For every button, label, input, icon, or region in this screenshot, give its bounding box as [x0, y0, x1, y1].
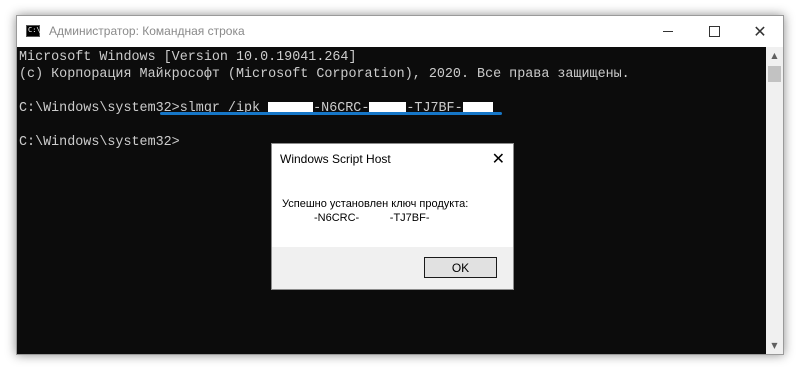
dialog-message-text: Успешно установлен ключ продукта: — [282, 198, 469, 210]
title-bar[interactable]: C:\ Администратор: Командная строка ✕ — [17, 16, 783, 47]
minimize-button[interactable] — [645, 16, 691, 47]
minimize-icon — [663, 31, 673, 32]
console-line-empty — [19, 83, 766, 100]
console-line: Microsoft Windows [Version 10.0.19041.26… — [19, 50, 357, 65]
maximize-icon — [708, 26, 720, 37]
scroll-thumb[interactable] — [768, 66, 781, 82]
dialog-key-text: -N6CRC- -TJ7BF- — [314, 212, 430, 224]
window-title: Администратор: Командная строка — [49, 24, 245, 38]
scroll-up-icon[interactable]: ▲ — [766, 47, 783, 64]
scroll-down-icon[interactable]: ▼ — [766, 337, 783, 354]
cmd-icon: C:\ — [26, 25, 41, 37]
command-underline-highlight — [160, 112, 502, 115]
dialog-close-icon[interactable]: ✕ — [492, 149, 505, 168]
maximize-button[interactable] — [691, 16, 737, 47]
console-line: (с) Корпорация Майкрософт (Microsoft Cor… — [19, 67, 630, 82]
close-icon: ✕ — [753, 21, 767, 41]
close-button[interactable]: ✕ — [737, 16, 783, 47]
dialog-title: Windows Script Host — [280, 152, 391, 166]
console-line-empty — [19, 117, 766, 134]
dialog-message: Успешно установлен ключ продукта: -N6CRC… — [282, 197, 468, 225]
vertical-scrollbar[interactable]: ▲ ▼ — [766, 47, 783, 354]
dialog-footer: OK — [272, 247, 513, 289]
ok-button[interactable]: OK — [424, 257, 497, 278]
prompt: C:\Windows\system32> — [19, 101, 180, 116]
script-host-dialog: Windows Script Host ✕ Успешно установлен… — [271, 143, 514, 290]
